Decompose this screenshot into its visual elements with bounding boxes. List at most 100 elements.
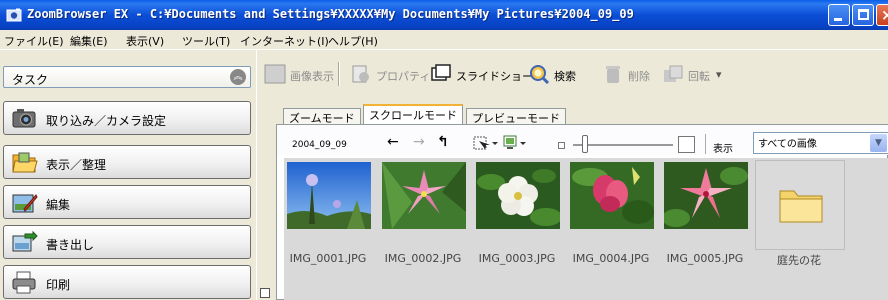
- select-icon[interactable]: [473, 135, 501, 151]
- folder-icon: [779, 190, 823, 223]
- menu-internet[interactable]: インターネット(I): [240, 33, 329, 49]
- back-arrow-icon[interactable]: ←: [387, 134, 399, 150]
- folder-tile[interactable]: [755, 160, 845, 250]
- search-icon: [530, 65, 550, 84]
- photo-thumbnail[interactable]: [570, 162, 654, 229]
- slideshow-label: スライドショー: [456, 70, 533, 83]
- export-icon: [12, 230, 38, 252]
- thumbnail-filename: IMG_0005.JPG: [666, 252, 744, 265]
- task-view-organize[interactable]: 表示／整理: [3, 145, 251, 179]
- view-image-button[interactable]: 画像表示: [264, 62, 334, 86]
- display-filter-value: すべての画像: [758, 139, 817, 150]
- photo-thumbnail[interactable]: [287, 162, 371, 229]
- thumbnail-filename: IMG_0003.JPG: [478, 252, 556, 265]
- slideshow-icon: [431, 64, 451, 81]
- task-import-camera[interactable]: 取り込み／カメラ設定: [3, 101, 251, 135]
- app-icon: [6, 8, 22, 22]
- image-thumbnail-icon: [570, 162, 654, 229]
- folder-name: 2004_09_09: [292, 140, 347, 150]
- search-button[interactable]: 検索: [528, 62, 588, 86]
- printer-icon: [12, 271, 36, 294]
- browser-subtoolbar: 2004_09_09 ← → ↰ 表示 すべての画像 ▼: [277, 125, 888, 155]
- task-header-label: タスク: [12, 73, 49, 87]
- thumbnail-item[interactable]: IMG_0004.JPG: [567, 160, 655, 265]
- task-pane: タスク ︽ 取り込み／カメラ設定 表示／整理 編集 書き出し 印刷: [0, 60, 256, 300]
- tab-scroll-mode[interactable]: スクロールモード: [363, 104, 463, 125]
- rotate-label: 回転: [688, 70, 710, 83]
- photo-thumbnail[interactable]: [664, 162, 748, 229]
- photo-thumbnail[interactable]: [476, 162, 560, 229]
- splitter-grip-icon[interactable]: [260, 288, 270, 298]
- image-thumbnail-icon: [664, 162, 748, 229]
- title-bar[interactable]: ZoomBrowser EX - C:¥Documents and Settin…: [0, 0, 888, 30]
- photo-thumbnail[interactable]: [382, 162, 466, 229]
- task-print[interactable]: 印刷: [3, 265, 251, 299]
- folder-item[interactable]: 庭先の花: [755, 160, 845, 267]
- app-window: ZoomBrowser EX - C:¥Documents and Settin…: [0, 0, 888, 300]
- close-button[interactable]: ×: [876, 4, 888, 26]
- menu-help[interactable]: ヘルプ(H): [328, 33, 378, 49]
- tab-zoom-mode[interactable]: ズームモード: [283, 108, 361, 125]
- image-thumbnail-icon: [476, 162, 560, 229]
- toolbar-separator: [338, 62, 340, 86]
- delete-button[interactable]: 削除: [602, 62, 658, 86]
- display-size-icon[interactable]: [503, 135, 531, 151]
- display-filter-select[interactable]: すべての画像 ▼: [753, 132, 888, 154]
- edit-picture-icon: [12, 194, 38, 213]
- search-label: 検索: [554, 70, 576, 83]
- task-label-export: 書き出し: [46, 238, 95, 252]
- folder-name-label: 庭先の花: [777, 254, 821, 267]
- rotate-dropdown-icon[interactable]: ▾: [716, 68, 722, 81]
- task-label-edit: 編集: [46, 198, 71, 212]
- thumbnail-item[interactable]: IMG_0001.JPG: [284, 160, 372, 265]
- folder-open-icon: [12, 152, 38, 173]
- menu-file[interactable]: ファイル(E): [4, 33, 64, 49]
- task-label-view: 表示／整理: [46, 158, 107, 172]
- chevron-up-icon[interactable]: ︽: [230, 69, 246, 85]
- thumbnail-item[interactable]: IMG_0005.JPG: [661, 160, 749, 265]
- properties-button[interactable]: プロパティ: [350, 62, 430, 86]
- close-icon: ×: [881, 6, 888, 24]
- menu-tools[interactable]: ツール(T): [182, 33, 230, 49]
- up-folder-icon[interactable]: ↰: [437, 134, 449, 150]
- thumbnail-size-slider-handle[interactable]: [582, 135, 588, 153]
- large-thumb-icon: [678, 136, 695, 153]
- task-export[interactable]: 書き出し: [3, 225, 251, 259]
- menu-bar: ファイル(E) 編集(E) 表示(V) ツール(T) インターネット(I) ヘル…: [0, 30, 888, 50]
- tab-preview-mode[interactable]: プレビューモード: [466, 108, 566, 125]
- thumbnail-size-slider-track[interactable]: [573, 144, 673, 146]
- task-label-import: 取り込み／カメラ設定: [46, 114, 167, 128]
- subtoolbar-separator: [705, 134, 706, 154]
- image-thumbnail-icon: [382, 162, 466, 229]
- properties-icon: [352, 65, 369, 83]
- thumbnail-filename: IMG_0001.JPG: [289, 252, 367, 265]
- camera-icon: [12, 109, 36, 128]
- thumbnail-item[interactable]: IMG_0002.JPG: [379, 160, 467, 265]
- minimize-icon: [834, 18, 842, 21]
- slideshow-button[interactable]: スライドショー: [430, 62, 533, 86]
- thumbnail-filename: IMG_0002.JPG: [384, 252, 462, 265]
- maximize-icon: [858, 9, 869, 20]
- chevron-down-icon[interactable]: ▼: [870, 134, 887, 152]
- image-thumbnail-icon: [287, 162, 371, 229]
- window-title: ZoomBrowser EX - C:¥Documents and Settin…: [27, 7, 634, 21]
- main-toolbar: 画像表示 プロパティ スライドショー 検索 削除 回転 ▾: [262, 58, 888, 90]
- properties-label: プロパティ: [376, 70, 431, 83]
- menu-edit[interactable]: 編集(E): [70, 33, 108, 49]
- maximize-button[interactable]: [852, 4, 874, 26]
- task-header[interactable]: タスク ︽: [3, 66, 251, 88]
- minimize-button[interactable]: [828, 4, 850, 26]
- task-edit[interactable]: 編集: [3, 185, 251, 219]
- small-thumb-icon: [558, 142, 565, 149]
- display-filter-label: 表示: [713, 144, 733, 155]
- thumbnail-item[interactable]: IMG_0003.JPG: [473, 160, 561, 265]
- view-image-label: 画像表示: [290, 70, 334, 83]
- menu-view[interactable]: 表示(V): [126, 33, 164, 49]
- task-label-print: 印刷: [46, 278, 71, 292]
- thumbnail-filename: IMG_0004.JPG: [572, 252, 650, 265]
- rotate-icon: [664, 65, 683, 82]
- thumbnail-grid: IMG_0001.JPG IMG_0002.JPG IMG_0003.JPG I…: [284, 158, 888, 300]
- forward-arrow-icon[interactable]: →: [413, 134, 425, 150]
- rotate-button[interactable]: 回転 ▾: [662, 62, 732, 86]
- view-image-icon: [264, 64, 286, 84]
